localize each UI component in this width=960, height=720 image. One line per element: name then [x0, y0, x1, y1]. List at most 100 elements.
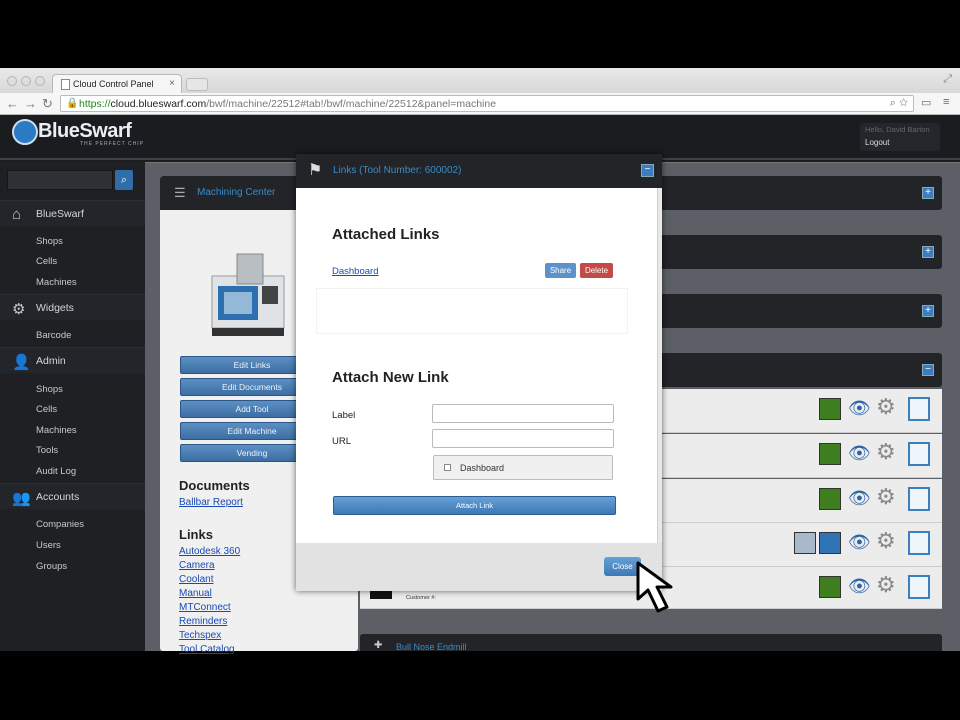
minimize-icon[interactable]: − — [641, 164, 654, 177]
gear-icon[interactable]: ⚙ — [876, 528, 896, 554]
sidebar-section-label: BlueSwarf — [36, 208, 84, 220]
sidebar-item-tools[interactable]: Tools — [36, 445, 58, 456]
browser-tab[interactable]: Cloud Control Panel × — [52, 74, 182, 94]
search-icon[interactable]: ⌕ — [115, 170, 133, 190]
eye-icon[interactable]: 👁 — [848, 532, 871, 553]
logo-tagline: THE PERFECT CHIP — [80, 141, 144, 147]
expand-icon[interactable]: + — [922, 305, 934, 317]
link-techspex[interactable]: Techspex — [179, 630, 221, 641]
sidebar-item-admin-shops[interactable]: Shops — [36, 384, 63, 395]
modal-scrollbar[interactable] — [657, 188, 662, 543]
modal-footer: Close — [296, 543, 662, 591]
sidebar-item-shops[interactable]: Shops — [36, 236, 63, 247]
dashboard-checkbox[interactable] — [444, 464, 451, 471]
url-text: https://cloud.blueswarf.com/bwf/machine/… — [79, 98, 497, 110]
signpost-icon: ✚ — [374, 640, 383, 651]
checkbox-label: Dashboard — [460, 463, 505, 473]
sidebar-item-users[interactable]: Users — [36, 540, 61, 551]
links-heading: Links — [179, 527, 213, 542]
forward-icon[interactable]: → — [24, 96, 37, 111]
document-icon[interactable] — [908, 442, 930, 466]
sidebar-search-input[interactable] — [7, 170, 113, 190]
sidebar-section-admin[interactable]: 👤 Admin — [0, 347, 145, 373]
link-coolant[interactable]: Coolant — [179, 574, 213, 585]
sidebar-section-widgets[interactable]: ⚙ Widgets — [0, 294, 145, 320]
sidebar-section-accounts[interactable]: 👥 Accounts — [0, 483, 145, 509]
reload-icon[interactable]: ↻ — [42, 96, 53, 112]
zoom-window-button[interactable] — [35, 76, 45, 86]
link-autodesk[interactable]: Autodesk 360 — [179, 546, 240, 557]
sidebar: ⌕ ⌂ BlueSwarf Shops Cells Machines ⚙ Wid… — [0, 162, 145, 651]
page-icon — [61, 79, 70, 90]
eye-icon[interactable]: 👁 — [848, 576, 871, 597]
status-swatch — [819, 532, 841, 554]
cast-icon[interactable]: ▭ — [921, 96, 931, 109]
bottom-panel: ✚ Bull Nose Endmill — [360, 634, 942, 652]
home-icon: ⌂ — [12, 206, 22, 223]
sidebar-item-machines[interactable]: Machines — [36, 277, 77, 288]
link-tool-catalog[interactable]: Tool Catalog — [179, 644, 235, 655]
link-camera[interactable]: Camera — [179, 560, 215, 571]
link-reminders[interactable]: Reminders — [179, 616, 227, 627]
document-icon[interactable] — [908, 397, 930, 421]
sidebar-item-cells[interactable]: Cells — [36, 256, 57, 267]
dashboard-checkbox-row[interactable]: Dashboard — [433, 455, 613, 480]
links-list-area — [316, 288, 628, 334]
fullscreen-icon[interactable]: ⤢ — [943, 73, 952, 86]
gear-icon[interactable]: ⚙ — [876, 572, 896, 598]
modal-body: Attached Links Dashboard Share Delete At… — [296, 188, 657, 543]
minimize-window-button[interactable] — [21, 76, 31, 86]
customer-label: Customer #: — [406, 595, 436, 601]
sidebar-item-admin-machines[interactable]: Machines — [36, 425, 77, 436]
tab-title: Cloud Control Panel — [73, 79, 154, 89]
gear-icon[interactable]: ⚙ — [876, 484, 896, 510]
tab-close-icon[interactable]: × — [169, 78, 175, 89]
back-icon[interactable]: ← — [6, 96, 19, 111]
attach-link-heading: Attach New Link — [332, 369, 449, 386]
browser-tabstrip: Cloud Control Panel × ⤢ — [0, 68, 960, 94]
link-mtconnect[interactable]: MTConnect — [179, 602, 231, 613]
close-window-button[interactable] — [7, 76, 17, 86]
eye-icon[interactable]: 👁 — [848, 443, 871, 464]
attach-link-button[interactable]: Attach Link — [333, 496, 616, 515]
document-link[interactable]: Ballbar Report — [179, 497, 243, 508]
url-input[interactable] — [432, 429, 614, 448]
gear-icon[interactable]: ⚙ — [876, 439, 896, 465]
document-icon[interactable] — [908, 531, 930, 555]
label-field-label: Label — [332, 410, 356, 421]
sidebar-item-groups[interactable]: Groups — [36, 561, 67, 572]
sidebar-item-companies[interactable]: Companies — [36, 519, 84, 530]
new-tab-button[interactable] — [186, 78, 208, 91]
expand-icon[interactable]: + — [922, 246, 934, 258]
document-icon[interactable] — [908, 487, 930, 511]
document-icon[interactable] — [908, 575, 930, 599]
gear-icon: ⚙ — [12, 301, 26, 318]
menu-icon[interactable]: ≡ — [943, 96, 949, 108]
server-icon: ☰ — [174, 185, 186, 200]
eye-icon[interactable]: 👁 — [848, 398, 871, 419]
sidebar-section-label: Accounts — [36, 491, 80, 503]
sidebar-item-audit-log[interactable]: Audit Log — [36, 466, 76, 477]
sidebar-section-blueswarf[interactable]: ⌂ BlueSwarf — [0, 200, 145, 226]
bottom-panel-title: Bull Nose Endmill — [396, 642, 467, 652]
sidebar-item-admin-cells[interactable]: Cells — [36, 404, 57, 415]
expand-icon[interactable]: + — [922, 187, 934, 199]
eye-icon[interactable]: 👁 — [848, 488, 871, 509]
star-icon[interactable]: ⌕ ☆ — [890, 97, 908, 110]
link-manual[interactable]: Manual — [179, 588, 212, 599]
gear-icon[interactable]: ⚙ — [876, 394, 896, 420]
lock-icon: 🔒 — [66, 98, 79, 109]
logo-text: BlueSwarf — [38, 120, 132, 142]
label-input[interactable] — [432, 404, 614, 423]
delete-button[interactable]: Delete — [580, 263, 613, 278]
modal-title: Links (Tool Number: 600002) — [333, 165, 462, 176]
collapse-icon[interactable]: − — [922, 364, 934, 376]
sidebar-section-label: Widgets — [36, 302, 74, 314]
attached-link[interactable]: Dashboard — [332, 266, 378, 277]
share-button[interactable]: Share — [545, 263, 576, 278]
address-bar[interactable]: 🔒 https://cloud.blueswarf.com/bwf/machin… — [60, 95, 914, 112]
sidebar-item-barcode[interactable]: Barcode — [36, 330, 71, 341]
status-swatch — [819, 488, 841, 510]
status-swatch — [819, 443, 841, 465]
logout-link[interactable]: Logout — [865, 138, 935, 147]
